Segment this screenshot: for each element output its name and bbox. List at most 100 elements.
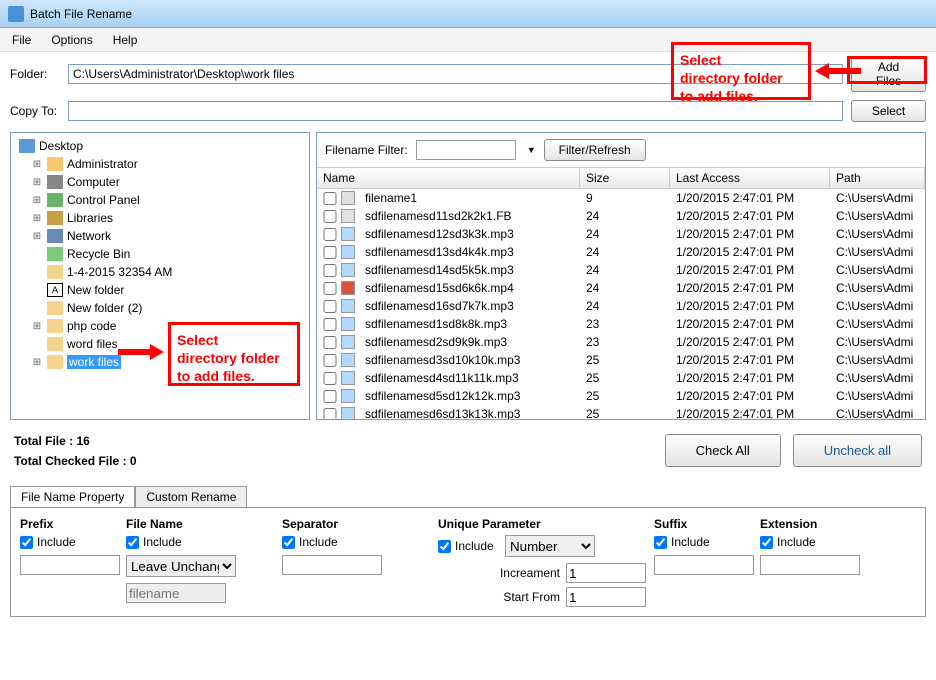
table-row[interactable]: sdfilenamesd11sd2k2k1.FB241/20/2015 2:47… (317, 207, 925, 225)
menu-options[interactable]: Options (51, 33, 92, 47)
file-icon (341, 335, 355, 349)
folder-icon (47, 355, 63, 369)
table-row[interactable]: sdfilenamesd12sd3k3k.mp3241/20/2015 2:47… (317, 225, 925, 243)
menu-file[interactable]: File (12, 33, 31, 47)
tree-item[interactable]: New folder (2) (15, 299, 305, 317)
tree-item[interactable]: ANew folder (15, 281, 305, 299)
grid-body[interactable]: filename191/20/2015 2:47:01 PMC:\Users\A… (317, 189, 925, 419)
col-name[interactable]: Name (317, 168, 580, 188)
folder-icon (47, 157, 63, 171)
total-file-label: Total File : (14, 434, 73, 448)
table-row[interactable]: sdfilenamesd4sd11k11k.mp3251/20/2015 2:4… (317, 369, 925, 387)
filename-input[interactable] (126, 583, 226, 603)
row-checkbox[interactable] (323, 282, 337, 295)
row-checkbox[interactable] (323, 318, 337, 331)
table-row[interactable]: sdfilenamesd13sd4k4k.mp3241/20/2015 2:47… (317, 243, 925, 261)
tree-root[interactable]: Desktop (15, 137, 305, 155)
file-icon (341, 299, 355, 313)
tab-filename-property[interactable]: File Name Property (10, 486, 135, 507)
col-access[interactable]: Last Access (670, 168, 830, 188)
extension-input[interactable] (760, 555, 860, 575)
row-checkbox[interactable] (323, 246, 337, 259)
increment-input[interactable] (566, 563, 646, 583)
row-checkbox[interactable] (323, 192, 337, 205)
row-checkbox[interactable] (323, 300, 337, 313)
file-icon (341, 227, 355, 241)
tree-item[interactable]: ⊞Network (15, 227, 305, 245)
expand-icon[interactable]: ⊞ (31, 357, 43, 368)
check-all-button[interactable]: Check All (665, 434, 781, 467)
table-row[interactable]: sdfilenamesd5sd12k12k.mp3251/20/2015 2:4… (317, 387, 925, 405)
tree-item[interactable]: ⊞Administrator (15, 155, 305, 173)
unique-title: Unique Parameter (438, 517, 646, 531)
expand-icon[interactable]: ⊞ (31, 159, 43, 170)
expand-icon[interactable]: ⊞ (31, 231, 43, 242)
uncheck-all-button[interactable]: Uncheck all (793, 434, 922, 467)
grid-header: Name Size Last Access Path (317, 167, 925, 189)
expand-icon[interactable]: ⊞ (31, 321, 43, 332)
folder-icon (47, 319, 63, 333)
expand-icon[interactable]: ⊞ (31, 213, 43, 224)
tree-item[interactable]: ⊞Libraries (15, 209, 305, 227)
unique-include-check[interactable] (438, 540, 451, 553)
copyto-label: Copy To: (10, 104, 60, 118)
table-row[interactable]: sdfilenamesd6sd13k13k.mp3251/20/2015 2:4… (317, 405, 925, 419)
tree-item[interactable]: ⊞Computer (15, 173, 305, 191)
suffix-input[interactable] (654, 555, 754, 575)
titlebar: Batch File Rename (0, 0, 936, 28)
file-icon (341, 407, 355, 419)
col-size[interactable]: Size (580, 168, 670, 188)
row-checkbox[interactable] (323, 264, 337, 277)
row-checkbox[interactable] (323, 228, 337, 241)
row-checkbox[interactable] (323, 372, 337, 385)
table-row[interactable]: filename191/20/2015 2:47:01 PMC:\Users\A… (317, 189, 925, 207)
tree-item[interactable]: 1-4-2015 32354 AM (15, 263, 305, 281)
separator-include-check[interactable] (282, 536, 295, 549)
prefix-input[interactable] (20, 555, 120, 575)
window-title: Batch File Rename (30, 7, 132, 21)
row-checkbox[interactable] (323, 408, 337, 420)
table-row[interactable]: sdfilenamesd2sd9k9k.mp3231/20/2015 2:47:… (317, 333, 925, 351)
table-row[interactable]: sdfilenamesd3sd10k10k.mp3251/20/2015 2:4… (317, 351, 925, 369)
increment-label: Increament (500, 566, 560, 580)
filter-input[interactable] (416, 140, 516, 160)
desktop-icon (19, 139, 35, 153)
row-checkbox[interactable] (323, 354, 337, 367)
suffix-include-check[interactable] (654, 536, 667, 549)
file-icon (341, 191, 355, 205)
file-icon (341, 389, 355, 403)
tree-item[interactable]: Recycle Bin (15, 245, 305, 263)
extension-title: Extension (760, 517, 858, 531)
table-row[interactable]: sdfilenamesd15sd6k6k.mp4241/20/2015 2:47… (317, 279, 925, 297)
tab-custom-rename[interactable]: Custom Rename (135, 486, 247, 507)
table-row[interactable]: sdfilenamesd1sd8k8k.mp3231/20/2015 2:47:… (317, 315, 925, 333)
app-icon (8, 6, 24, 22)
row-checkbox[interactable] (323, 210, 337, 223)
filter-refresh-button[interactable]: Filter/Refresh (544, 139, 646, 161)
folder-icon (47, 229, 63, 243)
chevron-down-icon[interactable]: ▼ (524, 145, 536, 155)
filename-include-check[interactable] (126, 536, 139, 549)
startfrom-input[interactable] (566, 587, 646, 607)
unique-type-select[interactable]: Number (505, 535, 595, 557)
prefix-include-check[interactable] (20, 536, 33, 549)
file-icon (341, 281, 355, 295)
separator-title: Separator (282, 517, 430, 531)
expand-icon[interactable]: ⊞ (31, 177, 43, 188)
filename-mode-select[interactable]: Leave Unchange (126, 555, 236, 577)
select-button[interactable]: Select (851, 100, 926, 122)
total-checked-value: 0 (130, 454, 137, 468)
separator-input[interactable] (282, 555, 382, 575)
menu-help[interactable]: Help (113, 33, 138, 47)
annotation-box-top: Select directory folder to add files. (671, 42, 811, 100)
table-row[interactable]: sdfilenamesd14sd5k5k.mp3241/20/2015 2:47… (317, 261, 925, 279)
startfrom-label: Start From (503, 590, 560, 604)
tree-item[interactable]: ⊞Control Panel (15, 191, 305, 209)
filename-title: File Name (126, 517, 274, 531)
expand-icon[interactable]: ⊞ (31, 195, 43, 206)
table-row[interactable]: sdfilenamesd16sd7k7k.mp3241/20/2015 2:47… (317, 297, 925, 315)
extension-include-check[interactable] (760, 536, 773, 549)
row-checkbox[interactable] (323, 390, 337, 403)
row-checkbox[interactable] (323, 336, 337, 349)
col-path[interactable]: Path (830, 168, 925, 188)
